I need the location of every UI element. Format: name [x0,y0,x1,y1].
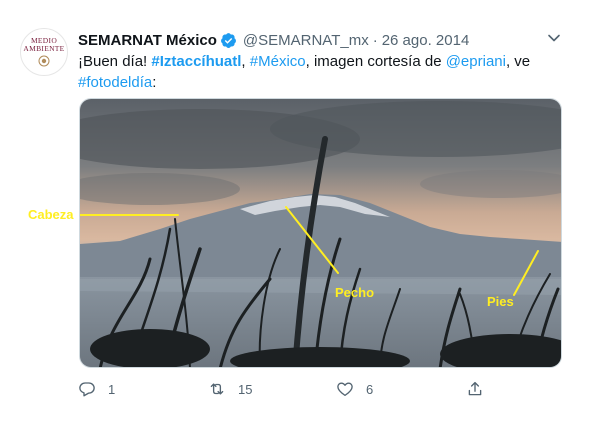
header-separator: · [372,31,378,49]
tweet-card[interactable]: MEDIO AMBIENTE SEMARNAT México @SEMARNAT… [0,0,600,424]
volcano-photo [80,99,561,367]
tweet-text-colon: : [152,74,157,91]
tweet-text-end: , ve [505,53,531,70]
tweet-text-mid: , imagen cortesía de [305,53,446,70]
tweet-text-intro: ¡Buen día! [78,53,152,70]
reply-button[interactable]: 1 [78,378,115,400]
retweet-button[interactable]: 15 [208,378,252,400]
mention-link[interactable]: @epriani [446,53,506,70]
tweet-header: SEMARNAT México @SEMARNAT_mx · 26 ago. 2… [78,30,469,50]
reply-count: 1 [108,381,116,397]
hashtag-link[interactable]: #México [250,53,306,70]
retweet-count: 15 [238,381,253,397]
tweet-text-comma: , [241,53,250,70]
like-icon [337,382,353,397]
account-handle[interactable]: @SEMARNAT_mx [243,32,369,49]
share-button[interactable] [466,378,484,400]
tweet-actions: 1 15 6 [78,378,558,400]
annotation-cabeza: Cabeza [28,207,74,222]
avatar-text-line2: AMBIENTE [23,44,65,53]
avatar[interactable]: MEDIO AMBIENTE [20,28,68,76]
annotation-pecho: Pecho [335,285,375,300]
tweet-photo[interactable] [79,98,562,368]
annotation-pies: Pies [487,294,514,309]
retweet-icon [210,383,224,395]
like-count: 6 [366,381,374,397]
hashtag-link[interactable]: #Iztaccíhuatl [151,53,241,70]
tweet-text: ¡Buen día! #Iztaccíhuatl, #México, image… [78,51,558,93]
verified-badge-icon [220,32,236,48]
seal-icon [38,55,50,67]
account-name[interactable]: SEMARNAT México [78,32,217,49]
reply-icon [79,382,95,397]
like-button[interactable]: 6 [336,378,373,400]
more-caret-icon[interactable] [546,30,562,46]
hashtag-link[interactable]: #fotodeldía [78,74,152,91]
tweet-date[interactable]: 26 ago. 2014 [382,32,470,49]
share-icon [468,381,482,396]
